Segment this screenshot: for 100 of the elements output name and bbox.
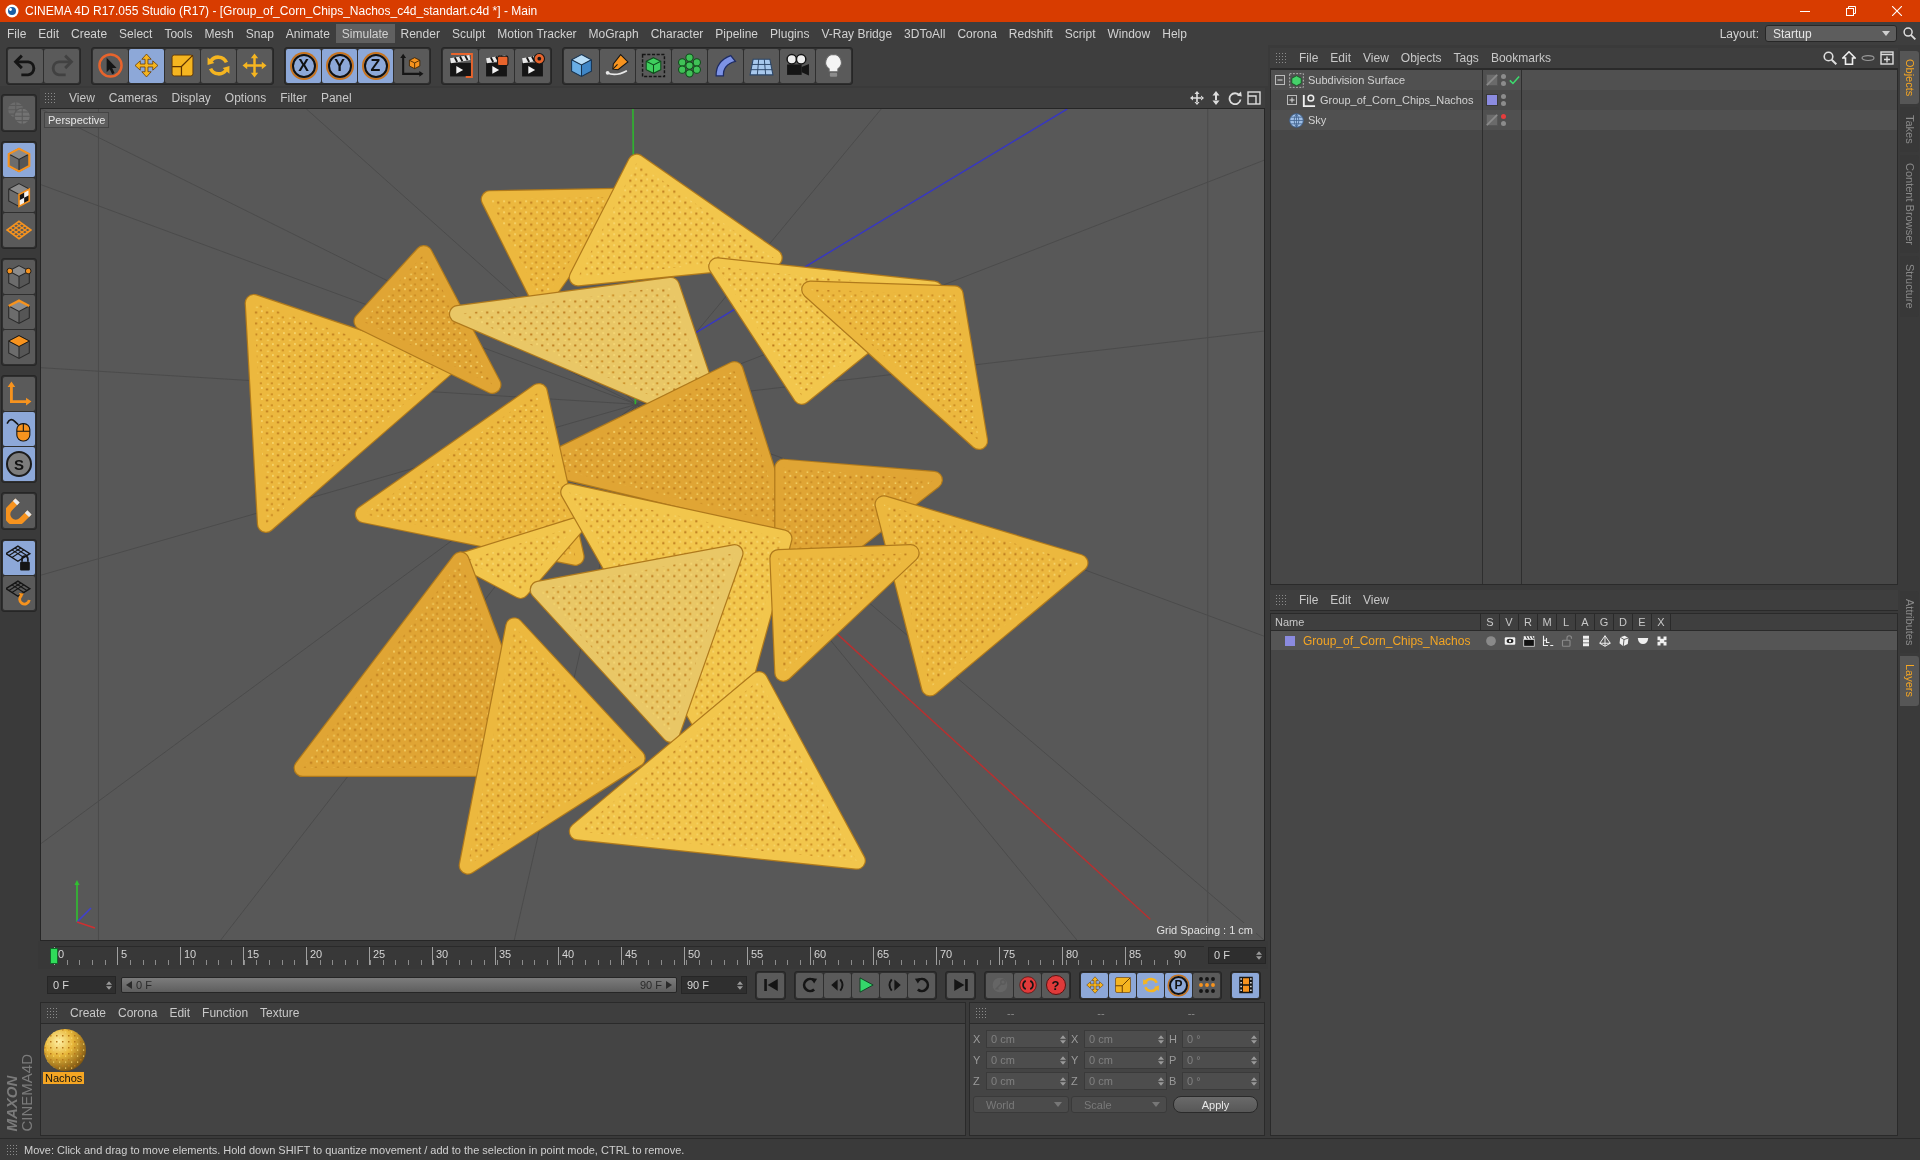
camera-label[interactable]: Perspective [44,112,110,128]
menu-item[interactable]: Motion Tracker [491,24,583,43]
menu-item[interactable]: Tools [158,24,199,43]
panel-menu-item[interactable]: Edit [163,1004,197,1022]
menu-item[interactable]: 3DToAll [898,24,952,43]
current-frame-field[interactable]: 0 F [1208,946,1266,964]
axis-lock-button[interactable]: X [286,48,321,83]
panel-menu-item[interactable]: Edit [1324,49,1358,67]
panel-menu-item[interactable]: Function [196,1004,255,1022]
render-settings-button[interactable] [515,48,550,83]
menu-item[interactable]: Sculpt [445,24,492,43]
playhead-marker[interactable] [50,947,58,964]
play-button[interactable] [852,972,879,998]
menu-item[interactable]: Create [65,24,114,43]
panel-menu-item[interactable]: Tags [1447,49,1485,67]
record-button[interactable] [1014,972,1041,998]
minus-box-icon[interactable] [1275,75,1285,85]
column-header[interactable]: S [1481,614,1500,630]
panel-menu-item[interactable]: File [1293,49,1325,67]
hierarchy-icon[interactable] [1541,634,1554,647]
menu-item[interactable]: Render [394,24,446,43]
column-header[interactable]: M [1538,614,1557,630]
object-name[interactable]: Subdivision Surface [1308,74,1406,86]
solo-button[interactable]: S [3,447,35,481]
viewport-canvas[interactable]: Perspective Grid Spacing : 1 cm [40,108,1265,941]
polygons-mode-button[interactable] [3,330,35,364]
column-header[interactable]: E [1633,614,1652,630]
coordinate-system-button[interactable] [394,48,429,83]
light-button[interactable] [816,48,851,83]
object-name[interactable]: Group_of_Corn_Chips_Nachos [1320,94,1474,106]
visibility-dot-icon[interactable] [1501,114,1506,119]
side-tab[interactable]: Objects [1900,51,1919,105]
cross-shape-icon[interactable] [1655,634,1668,647]
camera-button[interactable] [780,48,815,83]
viewport-menu-item[interactable]: Options [217,89,274,107]
axis-lock-button[interactable]: Y [322,48,357,83]
menu-item[interactable]: MoGraph [582,24,645,43]
rotation-key-button[interactable] [1137,972,1164,998]
column-header[interactable]: D [1614,614,1633,630]
rotate-tool-button[interactable] [201,48,236,83]
menu-item[interactable]: Redshift [1002,24,1059,43]
check-icon[interactable] [1509,75,1520,85]
layer-color-swatch[interactable] [1285,635,1295,646]
floor-button[interactable] [744,48,779,83]
object-row[interactable]: Sky [1271,110,1897,130]
menu-item[interactable]: Window [1101,24,1157,43]
visibility-dot-icon[interactable] [1501,81,1506,86]
model-mode-button[interactable] [3,143,35,177]
column-header[interactable]: Name [1271,614,1481,630]
column-header[interactable]: A [1576,614,1595,630]
viewport-menu-item[interactable]: View [62,89,102,107]
viewport-menu-item[interactable]: Cameras [101,89,165,107]
visibility-dot-icon[interactable] [1501,101,1506,106]
spinner-arrows-icon[interactable] [1256,950,1262,960]
next-key-button[interactable] [908,972,935,998]
panel-menu-item[interactable]: Corona [112,1004,164,1022]
panel-menu-item[interactable]: View [1357,49,1395,67]
right-arrow-icon[interactable] [666,981,672,989]
points-mode-button[interactable] [3,260,35,294]
cloner-button[interactable] [672,48,707,83]
texture-mode-button[interactable] [3,178,35,212]
menu-item[interactable]: Pipeline [709,24,765,43]
object-row[interactable]: Subdivision Surface [1271,70,1897,90]
menu-item[interactable]: File [1,24,33,43]
faceted-shape-icon[interactable] [1617,634,1630,647]
menu-item[interactable]: Script [1058,24,1102,43]
column-header[interactable]: R [1519,614,1538,630]
visibility-dot-icon[interactable] [1501,94,1506,99]
cube-button[interactable] [564,48,599,83]
orbit-arrow-icon[interactable] [1228,91,1242,105]
eye-icon[interactable] [1503,634,1516,647]
keyframe-selection-button[interactable]: ? [1042,972,1069,998]
visibility-dot-icon[interactable] [1501,121,1506,126]
panel-menu-item[interactable]: Texture [254,1004,306,1022]
menu-item[interactable]: Mesh [198,24,240,43]
menu-item[interactable]: Snap [239,24,280,43]
maximize-icon[interactable] [1247,91,1261,105]
workplane-align-button[interactable] [3,576,35,610]
workplane-lock-button[interactable] [3,541,35,575]
menu-item[interactable]: Simulate [335,24,395,43]
menu-item[interactable]: V-Ray Bridge [815,24,899,43]
plus-box-icon[interactable] [1287,95,1297,105]
layer-row[interactable]: Group_of_Corn_Chips_Nachos [1271,631,1897,650]
viewport-menu-item[interactable]: Filter [273,89,314,107]
previous-key-button[interactable] [796,972,823,998]
material-label[interactable]: Nachos [43,1072,85,1084]
search-icon[interactable] [1823,51,1837,65]
plus-window-icon[interactable] [1880,51,1894,65]
column-header[interactable]: V [1500,614,1519,630]
move-tool-button[interactable] [129,48,164,83]
tweak-mode-button[interactable] [3,412,35,446]
column-header[interactable]: G [1595,614,1614,630]
menu-item[interactable]: Animate [279,24,336,43]
panel-menu-item[interactable]: Create [64,1004,113,1022]
panel-menu-item[interactable]: Edit [1324,591,1358,609]
undo-button[interactable] [8,48,43,83]
pan-arrows-icon[interactable] [1190,91,1204,105]
left-arrow-icon[interactable] [126,981,132,989]
layer-color-swatch[interactable] [1486,94,1498,106]
axis-lock-button[interactable]: Z [358,48,393,83]
